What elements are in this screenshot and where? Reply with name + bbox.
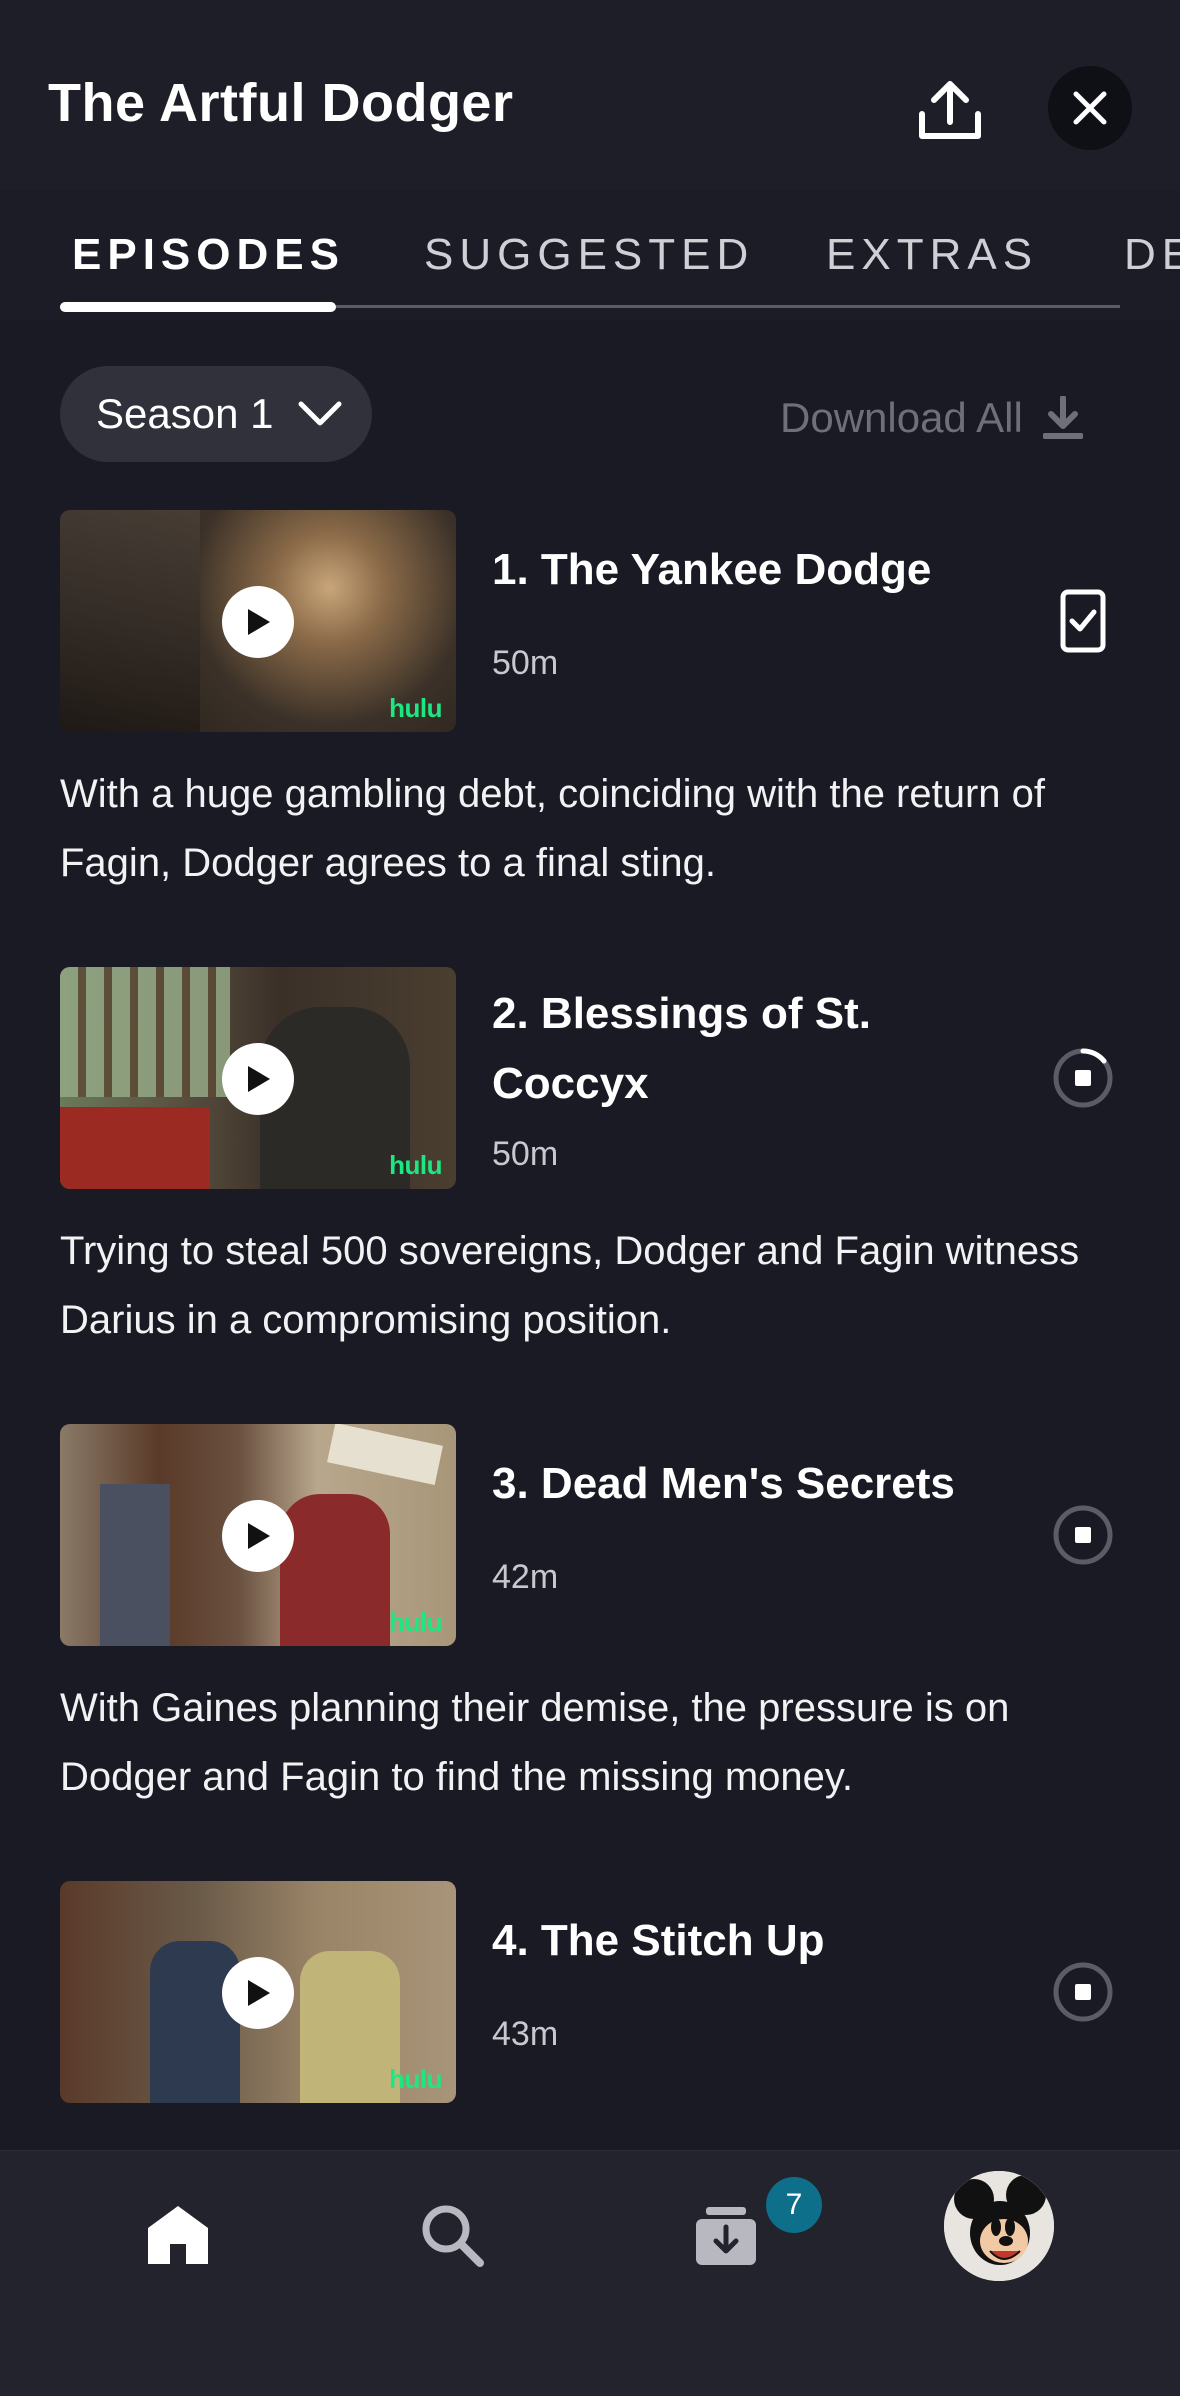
episode-description: With Gaines planning their demise, the p…: [60, 1686, 1010, 1799]
tab-details[interactable]: DE: [1124, 230, 1180, 280]
episode-thumbnail[interactable]: hulu: [60, 967, 456, 1189]
close-button[interactable]: [1048, 66, 1132, 150]
downloading-progress-icon[interactable]: [1052, 1047, 1114, 1109]
season-label: Season 1: [96, 390, 274, 437]
nav-downloads[interactable]: [676, 2185, 776, 2285]
play-button[interactable]: [222, 1957, 294, 2029]
download-all-button[interactable]: Download All: [780, 390, 1110, 446]
episode-duration: 43m: [492, 2015, 559, 2053]
nav-home[interactable]: [128, 2185, 228, 2285]
episode-thumbnail[interactable]: hulu: [60, 1424, 456, 1646]
episode-title: 3. Dead Men's Secrets: [492, 1459, 955, 1508]
play-icon: [248, 1523, 270, 1549]
queued-download-icon[interactable]: [1052, 1504, 1114, 1566]
episode-title: 4. The Stitch Up: [492, 1916, 825, 1965]
hulu-logo: hulu: [389, 1607, 442, 1637]
hulu-logo: hulu: [389, 2064, 442, 2094]
episode-duration: 50m: [492, 1135, 559, 1173]
chevron-down-icon: [298, 401, 342, 426]
download-icon: [1042, 396, 1083, 439]
home-icon: [148, 2206, 208, 2264]
episode-thumbnail[interactable]: hulu: [60, 1881, 456, 2103]
downloads-icon: [696, 2207, 756, 2265]
downloads-count-badge: 7: [766, 2177, 822, 2233]
play-icon: [248, 1980, 270, 2006]
search-icon: [422, 2205, 484, 2267]
episode-description: Trying to steal 500 sovereigns, Dodger a…: [60, 1229, 1080, 1342]
play-button[interactable]: [222, 586, 294, 658]
episode-duration: 50m: [492, 644, 559, 682]
downloaded-icon[interactable]: [1052, 589, 1114, 653]
share-upload-icon: [919, 81, 981, 139]
tab-active-indicator: [60, 302, 336, 312]
episode-title: 2. Blessings of St. Coccyx: [492, 989, 871, 1108]
share-button[interactable]: [910, 70, 990, 150]
play-button[interactable]: [222, 1500, 294, 1572]
play-icon: [248, 609, 270, 635]
queued-download-icon[interactable]: [1052, 1961, 1114, 2023]
bottom-navigation: 7: [0, 2150, 1180, 2396]
tab-extras[interactable]: EXTRAS: [826, 230, 1038, 280]
nav-search[interactable]: [402, 2185, 502, 2285]
tab-episodes[interactable]: EPISODES: [72, 230, 345, 280]
page-title: The Artful Dodger: [48, 73, 514, 133]
profile-avatar[interactable]: [944, 2171, 1054, 2281]
header: The Artful Dodger: [0, 0, 1180, 190]
tab-suggested[interactable]: SUGGESTED: [424, 230, 754, 280]
tab-bar: EPISODES SUGGESTED EXTRAS DE: [0, 190, 1180, 320]
episode-description: With a huge gambling debt, coinciding wi…: [60, 772, 1046, 885]
season-selector[interactable]: Season 1: [60, 366, 372, 462]
episode-duration: 42m: [492, 1558, 559, 1596]
download-all-label: Download All: [780, 394, 1023, 441]
play-button[interactable]: [222, 1043, 294, 1115]
episode-thumbnail[interactable]: hulu: [60, 510, 456, 732]
play-icon: [248, 1066, 270, 1092]
episode-title: 1. The Yankee Dodge: [492, 545, 932, 594]
close-icon: [1073, 91, 1107, 125]
hulu-logo: hulu: [389, 1150, 442, 1180]
hulu-logo: hulu: [389, 693, 442, 723]
